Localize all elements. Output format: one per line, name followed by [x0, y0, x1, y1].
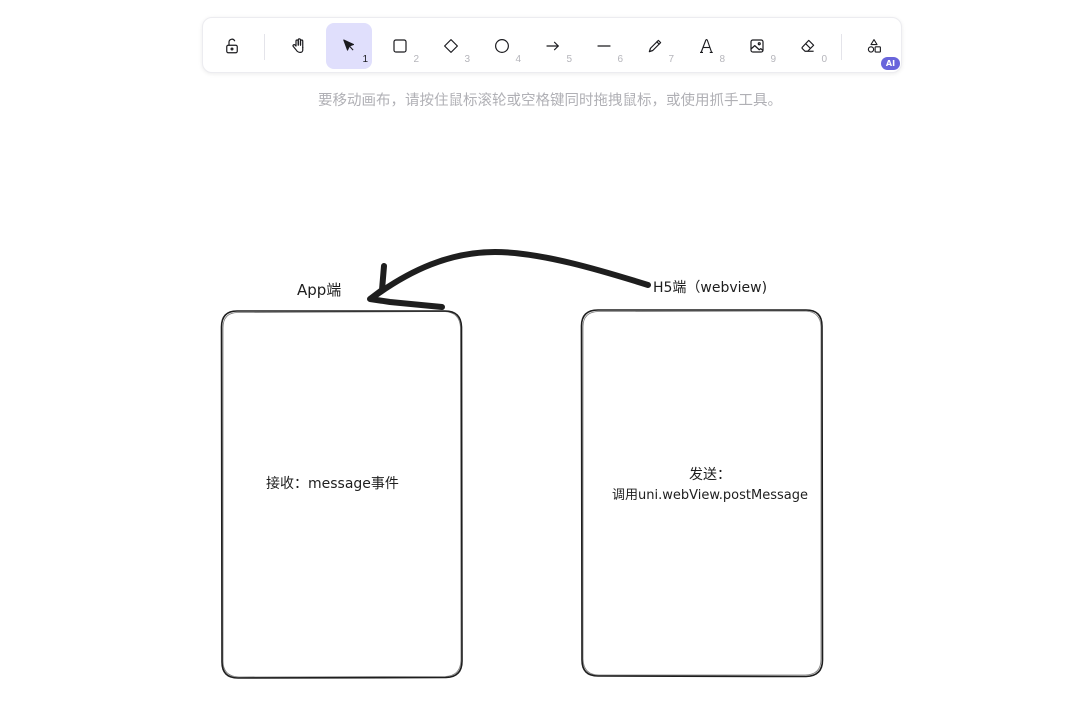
message-arrow-head [367, 263, 445, 310]
h5-side-title[interactable]: H5端（webview) [653, 277, 767, 297]
app-side-title[interactable]: App端 [297, 279, 341, 300]
drawing-canvas[interactable] [0, 0, 1080, 720]
h5-box-text-line2[interactable]: 调用uni.webView.postMessage [604, 484, 816, 503]
app-box[interactable] [220, 310, 463, 679]
h5-box-text-line1[interactable]: 发送： [604, 464, 816, 484]
app-box-text[interactable]: 接收：message事件 [266, 473, 399, 493]
app-box-sketch [222, 311, 462, 678]
message-arrow[interactable] [369, 249, 651, 301]
